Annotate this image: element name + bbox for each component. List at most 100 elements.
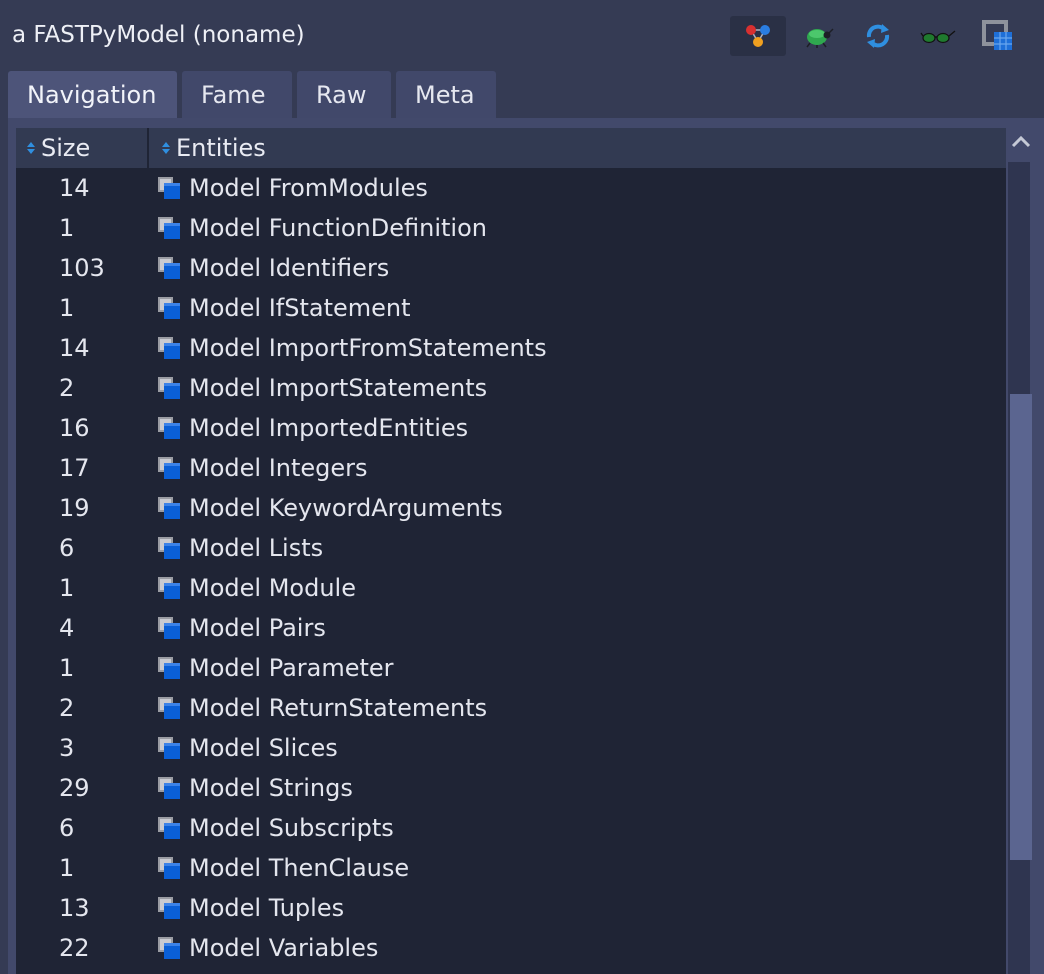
table-row[interactable]: 3 Model Slices [16, 728, 1006, 768]
column-header-size[interactable]: Size [16, 128, 149, 168]
entity-cell[interactable]: Model Parameter [157, 648, 394, 688]
entities-table: Size Entities 14 Model FromModules 1 Model … [16, 128, 1006, 974]
entity-label: Model Variables [189, 934, 379, 962]
entity-label: Model Subscripts [189, 814, 394, 842]
entity-group-icon [157, 776, 181, 800]
entity-cell[interactable]: Model IfStatement [157, 288, 411, 328]
entity-cell[interactable]: Model ImportFromStatements [157, 328, 547, 368]
size-cell: 3 [59, 734, 75, 762]
entity-cell[interactable]: Model Strings [157, 768, 353, 808]
table-row[interactable]: 103 Model Identifiers [16, 248, 1006, 288]
table-row[interactable]: 4 Model Pairs [16, 608, 1006, 648]
entity-group-icon [157, 176, 181, 200]
entity-cell[interactable]: Model Identifiers [157, 248, 389, 288]
size-cell: 2 [59, 374, 75, 402]
bug-icon [802, 22, 834, 50]
entity-label: Model KeywordArguments [189, 494, 503, 522]
refresh-icon [863, 21, 893, 51]
entity-cell[interactable]: Model ReturnStatements [157, 688, 487, 728]
navigation-panel: Size Entities 14 Model FromModules 1 Model … [8, 118, 1044, 974]
size-cell: 4 [59, 614, 75, 642]
table-row[interactable]: 2 Model ImportStatements [16, 368, 1006, 408]
entity-group-icon [157, 256, 181, 280]
table-row[interactable]: 29 Model Strings [16, 768, 1006, 808]
entity-cell[interactable]: Model Integers [157, 448, 368, 488]
layout-icon [982, 20, 1014, 52]
table-row[interactable]: 1 Model ThenClause [16, 848, 1006, 888]
size-cell: 1 [59, 654, 75, 682]
entity-group-icon [157, 736, 181, 760]
table-row[interactable]: 2 Model ReturnStatements [16, 688, 1006, 728]
table-row[interactable]: 22 Model Variables [16, 928, 1006, 968]
entity-cell[interactable]: Model Pairs [157, 608, 326, 648]
tab-fame[interactable]: Fame [182, 71, 292, 118]
table-row[interactable]: 19 Model KeywordArguments [16, 488, 1006, 528]
table-header: Size Entities [16, 128, 1006, 168]
size-cell: 1 [59, 574, 75, 602]
vertical-scrollbar[interactable] [1006, 128, 1036, 974]
entity-label: Model Strings [189, 774, 353, 802]
entity-label: Model Module [189, 574, 356, 602]
entity-cell[interactable]: Model FunctionDefinition [157, 208, 487, 248]
table-row[interactable]: 6 Model Subscripts [16, 808, 1006, 848]
entity-group-icon [157, 496, 181, 520]
scroll-track[interactable] [1008, 162, 1032, 974]
entity-group-icon [157, 416, 181, 440]
entity-cell[interactable]: Model Module [157, 568, 356, 608]
column-header-entities[interactable]: Entities [151, 128, 1006, 168]
table-row[interactable]: 16 Model ImportedEntities [16, 408, 1006, 448]
table-row[interactable]: 6 Model Lists [16, 528, 1006, 568]
size-cell: 13 [59, 894, 90, 922]
debug-button[interactable] [790, 16, 846, 56]
table-row[interactable]: 1 Model Parameter [16, 648, 1006, 688]
entity-label: Model ImportFromStatements [189, 334, 547, 362]
entity-cell[interactable]: Model Subscripts [157, 808, 394, 848]
refresh-button[interactable] [850, 16, 906, 56]
entity-label: Model Slices [189, 734, 338, 762]
tab-raw[interactable]: Raw [297, 71, 391, 118]
table-row[interactable]: 13 Model Tuples [16, 888, 1006, 928]
entity-cell[interactable]: Model Lists [157, 528, 323, 568]
chevron-up-icon [1009, 135, 1033, 156]
entity-label: Model ReturnStatements [189, 694, 488, 722]
table-row[interactable]: 1 Model FunctionDefinition [16, 208, 1006, 248]
entity-cell[interactable]: Model Slices [157, 728, 338, 768]
scroll-up-button[interactable] [1009, 132, 1033, 152]
entity-label: Model ImportStatements [189, 374, 488, 402]
window-title: a FASTPyModel (noname) [12, 22, 305, 48]
graph-button[interactable] [730, 16, 786, 56]
table-row[interactable]: 1 Model Module [16, 568, 1006, 608]
inspect-button[interactable] [910, 16, 966, 56]
table-row[interactable]: 1 Model IfStatement [16, 288, 1006, 328]
table-row[interactable]: 17 Model Integers [16, 448, 1006, 488]
entity-cell[interactable]: Model Variables [157, 928, 378, 968]
size-cell: 14 [59, 174, 90, 202]
entity-group-icon [157, 536, 181, 560]
entity-cell[interactable]: Model ImportedEntities [157, 408, 468, 448]
entity-cell[interactable]: Model ThenClause [157, 848, 409, 888]
size-cell: 22 [59, 934, 90, 962]
entity-cell[interactable]: Model ImportStatements [157, 368, 487, 408]
entity-cell[interactable]: Model FromModules [157, 168, 428, 208]
entity-cell[interactable]: Model Tuples [157, 888, 344, 928]
size-cell: 1 [59, 294, 75, 322]
tab-meta[interactable]: Meta [396, 71, 496, 118]
title-bar: a FASTPyModel (noname) [0, 0, 1044, 70]
table-row[interactable]: 14 Model ImportFromStatements [16, 328, 1006, 368]
column-header-label: Entities [176, 134, 266, 162]
entity-group-icon [157, 216, 181, 240]
size-cell: 29 [59, 774, 90, 802]
entity-label: Model Pairs [189, 614, 326, 642]
scroll-thumb[interactable] [1010, 394, 1032, 860]
layout-button[interactable] [970, 16, 1026, 56]
sort-icon [26, 140, 36, 156]
tab-navigation[interactable]: Navigation [8, 71, 177, 118]
entity-group-icon [157, 296, 181, 320]
size-cell: 1 [59, 854, 75, 882]
entity-label: Model Parameter [189, 654, 394, 682]
table-row[interactable]: 14 Model FromModules [16, 168, 1006, 208]
entity-cell[interactable]: Model KeywordArguments [157, 488, 503, 528]
size-cell: 6 [59, 534, 75, 562]
entity-group-icon [157, 576, 181, 600]
entity-label: Model IfStatement [189, 294, 411, 322]
